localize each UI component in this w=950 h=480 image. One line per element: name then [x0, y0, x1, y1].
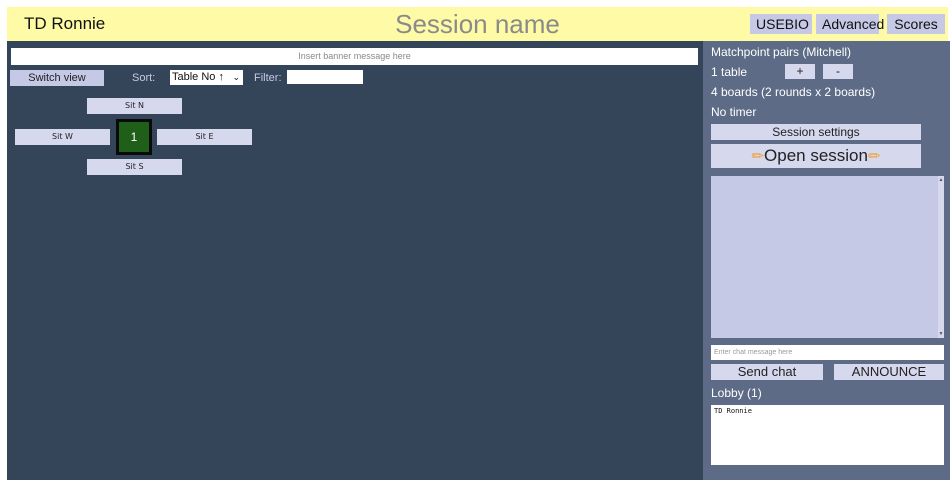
boards-label: 4 boards (2 rounds x 2 boards) — [711, 85, 876, 99]
filter-label: Filter: — [254, 72, 282, 84]
advanced-button[interactable]: Advanced — [816, 14, 884, 34]
sort-select[interactable]: Table No ↑ ⌄ — [170, 70, 243, 85]
chat-log[interactable]: ▲ ▼ — [711, 176, 944, 338]
remove-table-button[interactable]: - — [823, 64, 853, 79]
main-panel: Insert banner message here Switch view S… — [7, 41, 703, 480]
announce-button[interactable]: ANNOUNCE — [834, 364, 944, 380]
sort-label: Sort: — [132, 72, 156, 84]
header-bar: TD Ronnie Session name USEBIO Advanced S… — [7, 7, 948, 41]
lobby-title: Lobby (1) — [711, 386, 762, 400]
pencil-icon: ✏ — [751, 148, 765, 165]
pencil-icon: ✏ — [867, 148, 881, 165]
scores-button[interactable]: Scores — [887, 14, 945, 34]
chat-message-input[interactable]: Enter chat message here — [711, 345, 944, 360]
sit-north-button[interactable]: Sit N — [87, 98, 182, 114]
sit-south-button[interactable]: Sit S — [87, 159, 182, 175]
lobby-member: TD Ronnie — [714, 407, 752, 415]
sit-east-button[interactable]: Sit E — [157, 129, 252, 145]
open-session-label: Open session — [764, 146, 868, 165]
switch-view-button[interactable]: Switch view — [10, 70, 104, 86]
lobby-list: TD Ronnie — [711, 405, 944, 465]
open-session-button[interactable]: ✏Open session✏ — [711, 144, 921, 168]
table-1[interactable]: 1 — [116, 119, 152, 155]
session-settings-button[interactable]: Session settings — [711, 124, 921, 140]
banner-input[interactable]: Insert banner message here — [11, 48, 698, 65]
filter-input[interactable] — [287, 70, 363, 84]
usebio-button[interactable]: USEBIO — [750, 14, 812, 34]
tables-count: 1 table — [711, 65, 748, 79]
scroll-up-icon[interactable]: ▲ — [938, 177, 944, 183]
scroll-down-icon[interactable]: ▼ — [938, 331, 944, 337]
movement-label: Matchpoint pairs (Mitchell) — [711, 45, 852, 59]
timer-label: No timer — [711, 105, 757, 119]
chevron-down-icon: ⌄ — [232, 72, 240, 82]
chat-scrollbar[interactable]: ▲ ▼ — [938, 176, 944, 338]
send-chat-button[interactable]: Send chat — [711, 364, 823, 380]
sort-select-value: Table No ↑ — [172, 71, 224, 83]
sit-west-button[interactable]: Sit W — [15, 129, 110, 145]
sidebar: Matchpoint pairs (Mitchell) 1 table + - … — [703, 41, 950, 480]
add-table-button[interactable]: + — [785, 64, 815, 79]
